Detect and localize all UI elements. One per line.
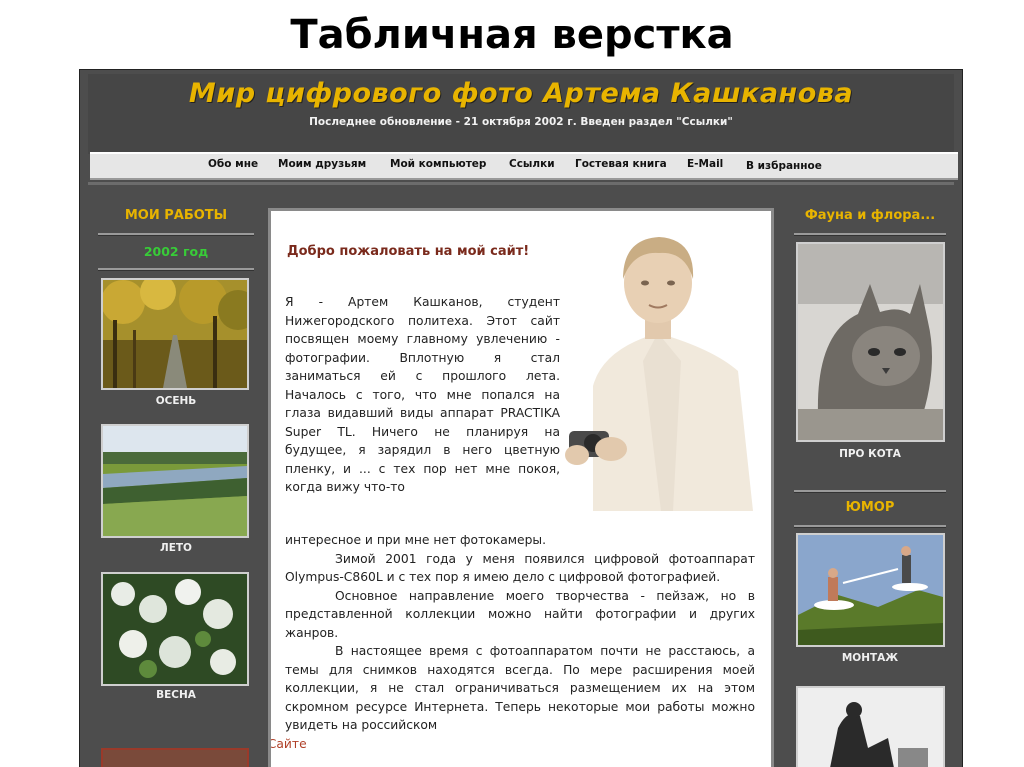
nav-about[interactable]: Обо мне [208, 158, 258, 170]
my-works-heading: МОИ РАБОТЫ [124, 208, 228, 223]
website-screenshot: Мир цифрового фото Артема Кашканова Посл… [80, 70, 962, 767]
caption-montage: МОНТАЖ [841, 652, 899, 664]
site-header: Мир цифрового фото Артема Кашканова Посл… [88, 74, 954, 154]
main-text: интересное и при мне нет фотокамеры. Зим… [271, 531, 755, 753]
nav-email[interactable]: E-Mail [687, 158, 723, 170]
caption-cat: ПРО КОТА [839, 448, 901, 460]
thumb-autumn[interactable] [101, 278, 249, 390]
divider [794, 490, 946, 493]
thumb-montage[interactable] [796, 533, 945, 647]
nav-links[interactable]: Ссылки [509, 158, 555, 170]
fauna-heading: Фауна и флора... [804, 208, 936, 223]
divider [98, 233, 254, 236]
paragraph-present-text: В настоящее время с фотоаппаратом почти … [285, 644, 755, 732]
nav-guestbook[interactable]: Гостевая книга [575, 158, 667, 170]
thumb-partial[interactable] [101, 748, 249, 767]
nav-computer[interactable]: Мой компьютер [390, 158, 486, 170]
main-content: Добро пожаловать на мой сайт! Я - Артем … [268, 208, 774, 767]
paragraph-genre: Основное направление моего творчества - … [285, 588, 755, 640]
fotosite-link[interactable]: ФотоСайте [271, 737, 307, 751]
thumb-cat[interactable] [796, 242, 945, 442]
paragraph-present: В настоящее время с фотоаппаратом почти … [271, 642, 755, 753]
nav-bar: Обо мне Моим друзьям Мой компьютер Ссылк… [90, 152, 958, 180]
intro-paragraph: Я - Артем Кашканов, студент Нижегородско… [285, 295, 560, 494]
divider [794, 233, 946, 236]
year-link[interactable]: 2002 год [90, 244, 262, 259]
author-photo [563, 221, 763, 511]
nav-divider [88, 182, 954, 185]
slide-title: Табличная верстка [290, 12, 734, 58]
site-title: Мир цифрового фото Артема Кашканова [188, 78, 854, 109]
nav-friends[interactable]: Моим друзьям [278, 158, 366, 170]
paragraph-camera: Зимой 2001 года у меня появился цифровой… [285, 551, 755, 585]
thumb-spring[interactable] [101, 572, 249, 686]
nav-favorites[interactable]: В избранное [746, 160, 822, 172]
thumb-summer[interactable] [101, 424, 249, 538]
intro-paragraph-end: интересное и при мне нет фотокамеры. [285, 533, 546, 547]
divider [98, 268, 254, 271]
caption-autumn: ОСЕНЬ [155, 395, 197, 407]
site-update-line: Последнее обновление - 21 октября 2002 г… [309, 116, 733, 128]
divider [794, 525, 946, 528]
welcome-heading: Добро пожаловать на мой сайт! [287, 244, 530, 259]
caption-summer: ЛЕТО [160, 542, 192, 554]
thumb-partial-right[interactable] [796, 686, 945, 767]
caption-spring: ВЕСНА [156, 689, 196, 701]
humor-heading: ЮМОР [845, 500, 895, 515]
